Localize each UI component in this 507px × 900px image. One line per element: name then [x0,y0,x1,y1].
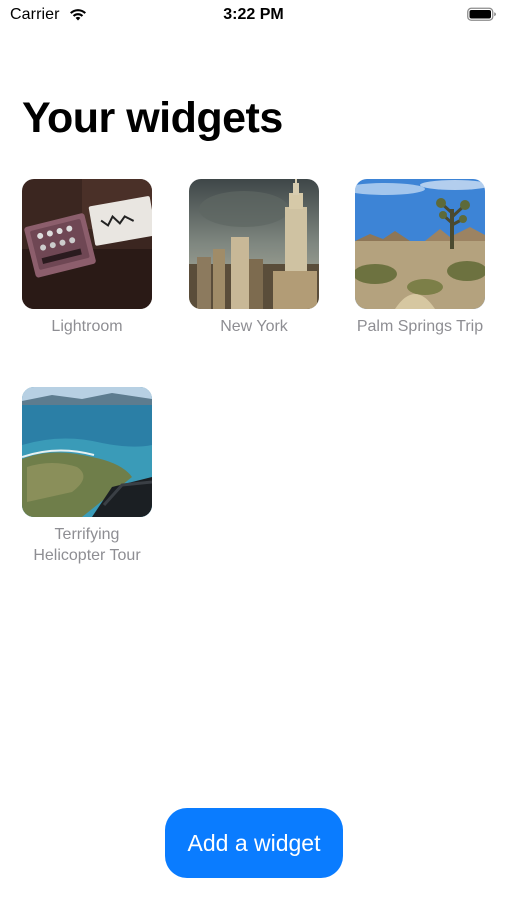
widget-thumbnail [22,387,152,517]
page-title: Your widgets [22,94,283,142]
status-time: 3:22 PM [223,6,284,23]
widget-palm-springs-trip[interactable]: Palm Springs Trip [350,179,490,337]
widget-label: Lightroom [51,318,123,335]
widget-lightroom[interactable]: Lightroom [17,179,157,337]
widget-thumbnail [189,179,319,309]
widget-thumbnail [355,179,485,309]
widget-terrifying-helicopter-tour[interactable]: Terrifying Helicopter Tour [17,387,157,566]
add-widget-button[interactable]: Add a widget [165,808,343,878]
widget-thumbnail [22,179,152,309]
widget-new-york[interactable]: New York [184,179,324,337]
widget-label: Palm Springs Trip [356,318,484,335]
battery-icon [467,6,497,27]
status-bar: Carrier 3:22 PM [0,0,507,30]
widget-label: New York [220,318,288,335]
widget-label: Terrifying Helicopter Tour [33,526,141,564]
